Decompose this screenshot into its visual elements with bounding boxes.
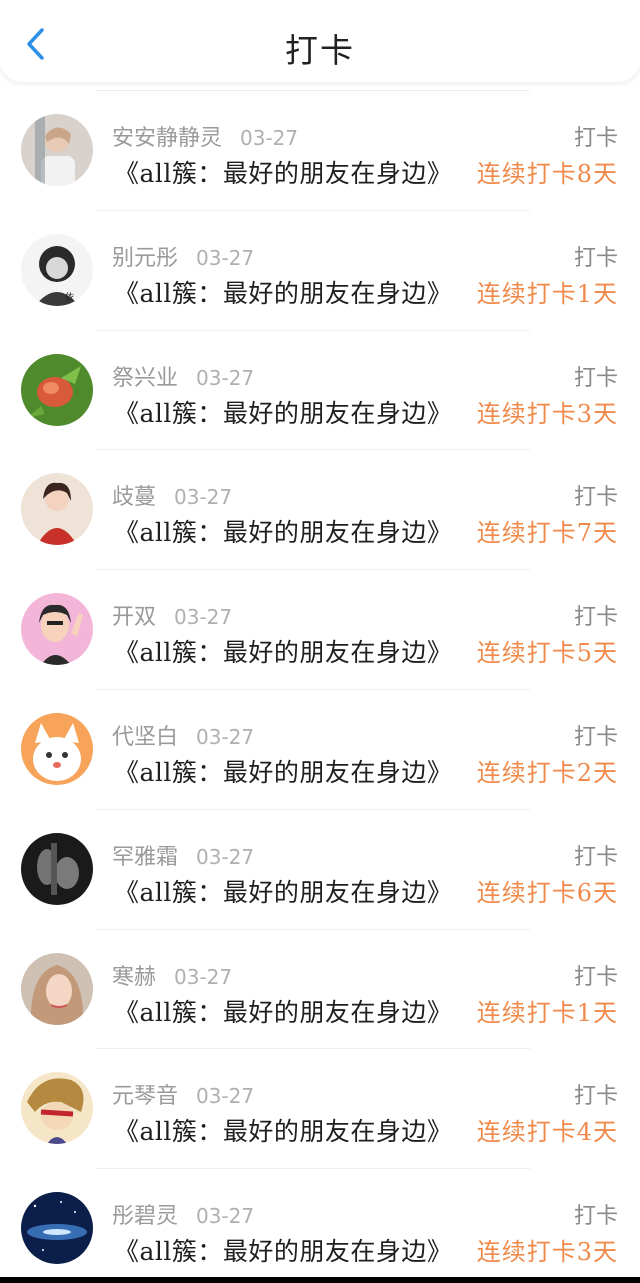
user-name[interactable]: 代坚白 [112,725,178,750]
streak-label: 连续打卡4天 [476,1118,618,1147]
avatar[interactable] [21,353,93,426]
entry-meta: 寒赫 03-27 [112,959,232,991]
list-item[interactable]: 罕雅霜 03-27 打卡 《all簇：最好的朋友在身边》 连续打卡6天 [0,808,640,929]
entry-meta: 彤碧灵 03-27 [112,1198,254,1230]
entry-meta: 祭兴业 03-27 [112,360,254,392]
checkin-action[interactable]: 打卡 [574,1198,618,1230]
checkin-action[interactable]: 打卡 [574,1078,618,1110]
streak-label: 连续打卡5天 [476,639,618,668]
list-item[interactable]: 代坚白 03-27 打卡 《all簇：最好的朋友在身边》 连续打卡2天 [0,688,640,809]
entry-date: 03-27 [174,605,233,630]
entry-content[interactable]: 《all簇：最好的朋友在身边》 [114,274,452,310]
entry-date: 03-27 [196,844,255,869]
divider [96,209,530,211]
avatar[interactable] [21,952,93,1025]
list-item[interactable]: 歧蔓 03-27 打卡 《all簇：最好的朋友在身边》 连续打卡7天 [0,449,640,569]
checkin-page: 打卡 安安静静灵 03-27 打卡 《all簇：最好的朋友在身边》 连续打卡8天 … [0,0,640,1283]
streak-label: 连续打卡3天 [476,1238,618,1267]
entry-date: 03-27 [196,245,255,270]
divider [96,688,530,690]
entry-meta: 代坚白 03-27 [112,719,254,751]
streak-label: 连续打卡1天 [476,279,618,308]
checkin-action[interactable]: 打卡 [574,479,618,511]
user-name[interactable]: 安安静静灵 [112,126,222,151]
entry-meta: 别元彤 03-27 [112,240,254,272]
streak-label: 连续打卡7天 [476,519,618,548]
entry-content[interactable]: 《all簇：最好的朋友在身边》 [114,633,452,669]
list-item[interactable]: 元琴音 03-27 打卡 《all簇：最好的朋友在身边》 连续打卡4天 [0,1048,640,1168]
avatar[interactable] [21,593,93,666]
divider [96,928,530,930]
top-bar: 打卡 [0,0,640,82]
list-item[interactable]: 安安静静灵 03-27 打卡 《all簇：最好的朋友在身边》 连续打卡8天 [0,90,640,210]
user-name[interactable]: 别元彤 [112,246,178,271]
avatar[interactable] [21,473,93,546]
divider [96,90,530,91]
entry-date: 03-27 [240,126,299,150]
avatar[interactable]: 依 [21,233,93,306]
streak-label: 连续打卡2天 [476,758,618,787]
divider [96,449,530,451]
user-name[interactable]: 彤碧灵 [112,1204,178,1229]
entry-date: 03-27 [196,1204,255,1229]
entry-content[interactable]: 《all簇：最好的朋友在身边》 [114,753,452,789]
entry-meta: 开双 03-27 [112,599,232,631]
entry-content[interactable]: 《all簇：最好的朋友在身边》 [114,154,452,190]
avatar[interactable] [21,1072,93,1145]
checkin-action[interactable]: 打卡 [574,240,618,272]
checkin-action[interactable]: 打卡 [574,959,618,991]
avatar[interactable] [21,832,93,905]
bottom-edge [0,1277,640,1283]
divider [96,569,530,571]
checkin-list: 安安静静灵 03-27 打卡 《all簇：最好的朋友在身边》 连续打卡8天 依 别… [0,90,640,1283]
svg-text:依: 依 [65,291,74,303]
list-item[interactable]: 彤碧灵 03-27 打卡 《all簇：最好的朋友在身边》 连续打卡3天 [0,1168,640,1283]
entry-date: 03-27 [174,485,233,510]
divider [96,1168,530,1170]
list-item[interactable]: 依 别元彤 03-27 打卡 《all簇：最好的朋友在身边》 连续打卡1天 [0,209,640,330]
streak-label: 连续打卡8天 [476,160,618,188]
checkin-action[interactable]: 打卡 [574,360,618,392]
entry-meta: 元琴音 03-27 [112,1078,254,1110]
entry-content[interactable]: 《all簇：最好的朋友在身边》 [114,394,452,430]
entry-date: 03-27 [196,1084,255,1109]
avatar[interactable] [21,1192,93,1265]
user-name[interactable]: 开双 [112,605,156,630]
list-item[interactable]: 开双 03-27 打卡 《all簇：最好的朋友在身边》 连续打卡5天 [0,569,640,689]
list-item[interactable]: 祭兴业 03-27 打卡 《all簇：最好的朋友在身边》 连续打卡3天 [0,329,640,450]
entry-date: 03-27 [196,724,255,749]
entry-date: 03-27 [196,365,255,390]
streak-label: 连续打卡6天 [476,878,618,907]
checkin-action[interactable]: 打卡 [574,839,618,871]
entry-content[interactable]: 《all簇：最好的朋友在身边》 [114,1232,452,1268]
streak-label: 连续打卡3天 [476,399,618,428]
divider [96,808,530,810]
divider [96,329,530,331]
avatar[interactable] [21,114,93,186]
checkin-action[interactable]: 打卡 [574,719,618,751]
page-title: 打卡 [285,31,355,70]
streak-label: 连续打卡1天 [476,998,618,1027]
avatar[interactable] [21,712,93,785]
entry-meta: 歧蔓 03-27 [112,479,232,511]
user-name[interactable]: 寒赫 [112,965,156,990]
entry-content[interactable]: 《all簇：最好的朋友在身边》 [114,873,452,909]
user-name[interactable]: 祭兴业 [112,366,178,391]
entry-content[interactable]: 《all簇：最好的朋友在身边》 [114,993,452,1029]
entry-date: 03-27 [174,964,233,989]
entry-content[interactable]: 《all簇：最好的朋友在身边》 [114,513,452,549]
checkin-action[interactable]: 打卡 [574,599,618,631]
user-name[interactable]: 罕雅霜 [112,845,178,870]
checkin-action[interactable]: 打卡 [574,120,618,152]
list-item[interactable]: 寒赫 03-27 打卡 《all簇：最好的朋友在身边》 连续打卡1天 [0,928,640,1049]
entry-meta: 安安静静灵 03-27 [112,120,298,152]
user-name[interactable]: 元琴音 [112,1084,178,1109]
user-name[interactable]: 歧蔓 [112,485,156,510]
entry-content[interactable]: 《all簇：最好的朋友在身边》 [114,1112,452,1148]
divider [96,1048,530,1050]
entry-meta: 罕雅霜 03-27 [112,839,254,871]
